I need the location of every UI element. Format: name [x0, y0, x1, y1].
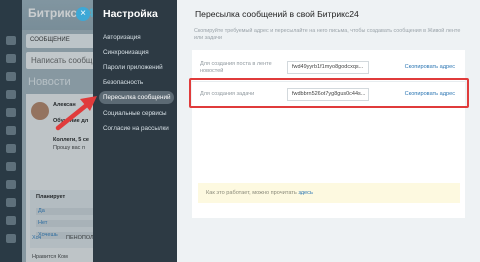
menu-item-social-services[interactable]: Социальные сервисы [99, 107, 171, 120]
address-field[interactable]: fwd49yyrb1f1myo8godcxqs... [287, 61, 369, 74]
close-button[interactable]: × [76, 7, 90, 21]
menu-item-authorization[interactable]: Авторизация [99, 31, 145, 44]
row-label: Для создания поста в ленте новостей [200, 61, 272, 74]
page-description: Скопируйте требуемый адрес и пересылайте… [194, 28, 461, 41]
info-link[interactable]: здесь [298, 190, 313, 196]
info-text: Как это работает, можно прочитать [206, 190, 299, 196]
menu-item-mailing-consent[interactable]: Согласие на рассылки [99, 122, 173, 135]
forwarding-panel: Пересылка сообщений в свой Битрикс24 Ско… [177, 0, 480, 262]
menu-item-security[interactable]: Безопасность [99, 76, 147, 89]
close-icon: × [80, 8, 86, 19]
menu-title: Настройка [103, 8, 158, 20]
menu-item-sync[interactable]: Синхронизация [99, 46, 153, 59]
settings-menu: Настройка Авторизация Синхронизация Паро… [93, 0, 177, 262]
highlight-frame [189, 78, 469, 108]
info-note: Как это работает, можно прочитать здесь [198, 183, 460, 203]
menu-item-app-passwords[interactable]: Пароли приложений [99, 61, 167, 74]
menu-item-mail-forwarding[interactable]: Пересылка сообщений [99, 91, 175, 104]
page-title: Пересылка сообщений в свой Битрикс24 [195, 9, 359, 19]
copy-address-link[interactable]: Скопировать адрес [405, 64, 455, 70]
